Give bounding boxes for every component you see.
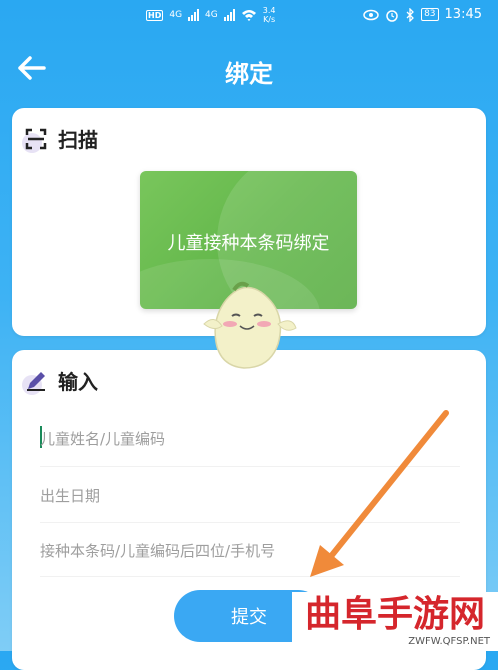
status-right-group: 83 13:45 (363, 7, 482, 22)
network-speed: 3.4 K/s (263, 6, 276, 24)
watermark: 曲阜手游网 ZWFW.QFSP.NET (292, 592, 498, 651)
wifi-icon (241, 10, 256, 21)
scan-section-title: 扫描 (58, 128, 98, 152)
app-header: 绑定 (0, 32, 498, 104)
watermark-url: ZWFW.QFSP.NET (408, 636, 490, 647)
watermark-title: 曲阜手游网 (304, 593, 485, 635)
scan-icon (22, 127, 48, 153)
signal-icon (188, 9, 200, 21)
hd-badge: HD (146, 9, 164, 21)
signal-icon (223, 9, 235, 21)
mascot-image (203, 281, 297, 369)
status-left-group: HD 4G 4G 3.4 K/s (146, 6, 275, 24)
eye-icon (363, 9, 379, 20)
input-section-title: 输入 (58, 370, 98, 394)
scan-banner-label: 儿童接种本条码绑定 (167, 233, 330, 254)
annotation-arrow-icon (310, 410, 449, 577)
speed-unit: K/s (263, 15, 276, 24)
bluetooth-icon (406, 7, 414, 22)
input-section-header: 输入 (22, 366, 98, 395)
signal-2-label: 4G (205, 10, 218, 20)
status-time: 13:45 (444, 7, 482, 22)
alarm-icon (386, 9, 398, 22)
pencil-icon (22, 369, 48, 395)
battery-icon: 83 (421, 8, 439, 21)
status-bar: HD 4G 4G 3.4 K/s 83 13:45 (0, 0, 498, 32)
speed-value: 3.4 (262, 6, 276, 15)
signal-1-label: 4G (169, 10, 183, 20)
scan-section-header: 扫描 (22, 124, 98, 153)
page-title: 绑定 (225, 60, 273, 88)
